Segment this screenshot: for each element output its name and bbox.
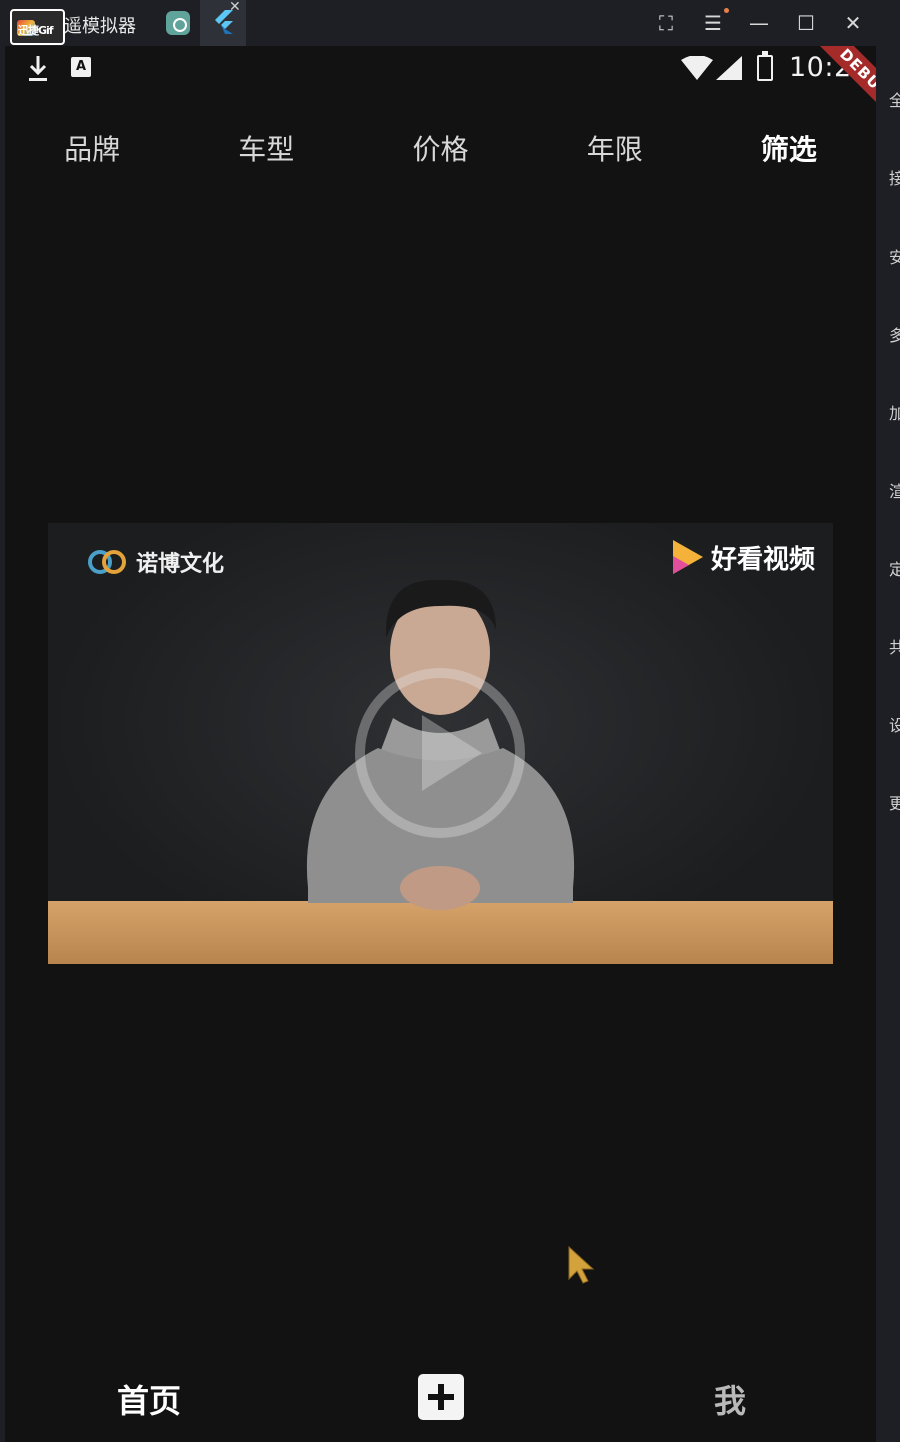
fullscreen-button[interactable]: ⛶ — [651, 8, 681, 38]
notification-dot — [724, 8, 729, 13]
close-button[interactable]: ✕ — [838, 8, 868, 38]
minimize-button[interactable]: — — [744, 8, 774, 38]
sidebar-item[interactable]: 定 — [889, 561, 900, 579]
sidebar-item[interactable]: 多 — [889, 327, 900, 345]
nav-me[interactable]: 我 — [714, 1376, 746, 1422]
sidebar-item[interactable]: 共 — [889, 639, 900, 657]
menu-button[interactable]: ☰ — [698, 8, 728, 38]
maximize-button[interactable]: ☐ — [791, 8, 821, 38]
filter-tab-model[interactable]: 车型 — [179, 120, 353, 180]
sidebar-item[interactable]: 更 — [889, 795, 900, 813]
bottom-nav: 首页 我 — [5, 1362, 876, 1442]
filter-tab-filter[interactable]: 筛选 — [702, 120, 876, 180]
play-icon[interactable] — [350, 663, 530, 843]
wifi-icon — [681, 56, 713, 80]
phone-screen: A 10:21 DEBUG 品牌 车型 价格 年限 筛选 诺博文化 好看视频 首… — [5, 46, 876, 1442]
nuobo-logo-text: 诺博文化 — [136, 552, 225, 577]
nuobo-logo: 诺博文化 — [88, 547, 224, 577]
add-button[interactable] — [418, 1374, 464, 1420]
signal-icon — [716, 56, 742, 80]
download-icon — [29, 56, 47, 81]
sidebar-item[interactable]: 渲 — [889, 483, 900, 501]
sidebar-item[interactable]: 安 — [889, 249, 900, 267]
keyboard-notification-icon: A — [71, 57, 91, 77]
filter-tab-brand[interactable]: 品牌 — [5, 120, 179, 180]
haokan-play-icon — [672, 540, 703, 574]
launcher-tab-icon[interactable] — [166, 11, 190, 35]
sidebar-item[interactable]: 加 — [889, 405, 900, 423]
filter-tab-age[interactable]: 年限 — [528, 120, 702, 180]
recorder-badge-text: 迅捷Gif — [18, 24, 54, 37]
status-bar: A 10:21 — [5, 46, 876, 92]
tab-close-icon[interactable]: ✕ — [229, 0, 241, 15]
battery-icon — [757, 51, 773, 81]
mouse-cursor-icon — [568, 1245, 595, 1284]
nuobo-rings-icon — [88, 550, 128, 574]
video-player[interactable]: 诺博文化 好看视频 — [48, 523, 833, 964]
sidebar-item[interactable]: 接 — [889, 170, 900, 188]
recorder-badge: 迅捷Gif — [10, 9, 65, 45]
haokan-logo-text: 好看视频 — [710, 544, 815, 575]
haokan-logo: 好看视频 — [669, 537, 815, 577]
sidebar-item[interactable]: 设 — [889, 717, 900, 735]
emulator-titlebar: 逍遥模拟器 迅捷Gif ✕ ⛶ ☰ — ☐ ✕ — [0, 0, 900, 46]
sidebar-item[interactable]: 全 — [889, 92, 900, 110]
filter-bar: 品牌 车型 价格 年限 筛选 — [5, 120, 876, 180]
filter-tab-price[interactable]: 价格 — [353, 120, 527, 180]
nav-home[interactable]: 首页 — [117, 1376, 181, 1422]
emulator-sidebar: 全 接 安 多 加 渲 定 共 设 更 — [876, 46, 900, 1442]
